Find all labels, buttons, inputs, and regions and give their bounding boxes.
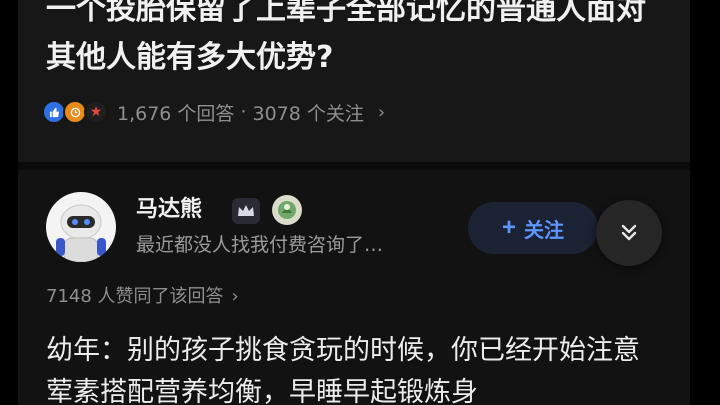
- answer-body[interactable]: 幼年：别的孩子挑食贪玩的时候，你已经开始注意荤素搭配营养均衡，早睡早起锻炼身: [46, 330, 666, 405]
- double-chevron-down-icon: [621, 224, 637, 241]
- avatar[interactable]: [46, 192, 116, 262]
- follow-label: 关注: [524, 219, 564, 242]
- follow-button[interactable]: + 关注: [468, 202, 598, 254]
- chevron-right-icon: ›: [377, 101, 386, 123]
- vote-summary[interactable]: 7148 人赞同了该回答 ›: [46, 284, 239, 310]
- star-icon: ★: [84, 100, 108, 124]
- answer-panel: 一个投胎保留了上辈子全部记忆的普通人面对其他人能有多大优势? ★ 1,676 个…: [18, 0, 690, 405]
- plus-icon: +: [501, 214, 516, 241]
- section-divider: [18, 162, 690, 170]
- question-header: 一个投胎保留了上辈子全部记忆的普通人面对其他人能有多大优势? ★ 1,676 个…: [18, 0, 690, 162]
- question-title[interactable]: 一个投胎保留了上辈子全部记忆的普通人面对其他人能有多大优势?: [46, 0, 666, 82]
- follower-count: 3078 个关注: [252, 102, 364, 125]
- reaction-badges: ★: [42, 100, 108, 124]
- meta-separator: ·: [240, 101, 247, 123]
- medal-icon: [272, 195, 302, 225]
- author-bio: 最近都没人找我付费咨询了…: [136, 234, 384, 256]
- vote-count: 7148 人赞同了该回答: [46, 286, 224, 307]
- answer-count: 1,676 个回答: [117, 102, 235, 125]
- author-name[interactable]: 马达熊: [136, 196, 202, 224]
- chevron-right-icon: ›: [231, 286, 239, 307]
- crown-icon: [232, 198, 260, 224]
- collapse-button[interactable]: [596, 200, 662, 266]
- question-meta[interactable]: ★ 1,676 个回答 · 3078 个关注 ›: [42, 96, 385, 128]
